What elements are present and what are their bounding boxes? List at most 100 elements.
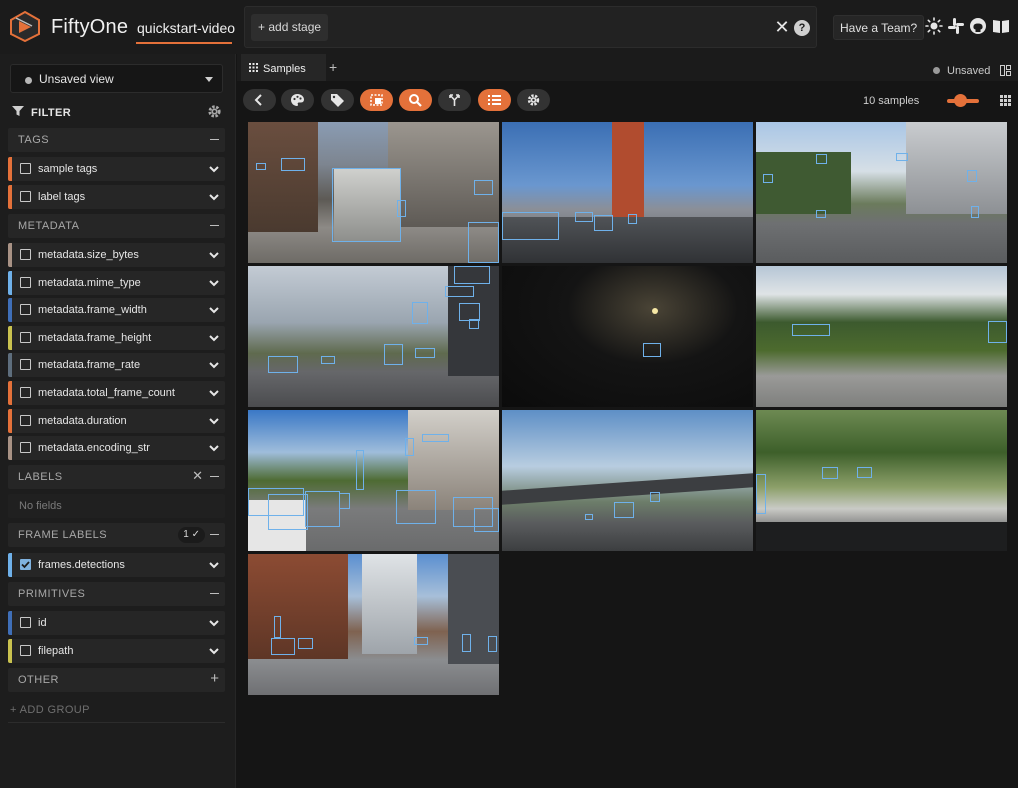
sample-thumbnail[interactable] xyxy=(502,410,753,551)
sample-thumbnail[interactable] xyxy=(756,410,1007,551)
similarity-search-button[interactable] xyxy=(399,89,432,111)
add-group-button[interactable]: + ADD GROUP xyxy=(10,704,90,716)
field-frame-width[interactable]: metadata.frame_width xyxy=(8,298,225,322)
field-checkbox[interactable] xyxy=(20,249,31,260)
field-encoding-str[interactable]: metadata.encoding_str xyxy=(8,436,225,460)
group-other[interactable]: OTHER + xyxy=(8,668,225,692)
add-panel-button[interactable]: + xyxy=(329,59,337,75)
tab-samples[interactable]: Samples xyxy=(241,54,326,81)
close-icon[interactable]: ✕ xyxy=(192,468,203,484)
have-a-team-button[interactable]: Have a Team? xyxy=(833,15,925,40)
help-icon[interactable]: ? xyxy=(794,20,810,36)
field-label-tags[interactable]: label tags xyxy=(8,185,225,209)
color-scheme-button[interactable] xyxy=(281,89,314,111)
sun-icon[interactable] xyxy=(925,17,943,35)
collapse-icon[interactable] xyxy=(210,534,219,535)
chevron-down-icon[interactable] xyxy=(209,164,219,174)
field-checkbox[interactable] xyxy=(20,163,31,174)
chevron-down-icon[interactable] xyxy=(209,443,219,453)
field-frames-detections[interactable]: frames.detections xyxy=(8,553,225,577)
group-frame-labels[interactable]: FRAME LABELS 1 ✓ xyxy=(8,523,225,547)
gear-icon[interactable] xyxy=(207,104,222,119)
sample-thumbnail[interactable] xyxy=(248,410,499,551)
field-checkbox[interactable] xyxy=(20,617,31,628)
slack-icon[interactable] xyxy=(947,17,965,35)
dataset-selector[interactable]: quickstart-video xyxy=(137,20,235,36)
field-checkbox[interactable] xyxy=(20,645,31,656)
field-checkbox[interactable] xyxy=(20,442,31,453)
field-mime-type[interactable]: metadata.mime_type xyxy=(8,271,225,295)
settings-button[interactable] xyxy=(517,89,550,111)
labels-empty-text: No fields xyxy=(19,500,62,512)
gear-icon xyxy=(527,94,540,106)
patches-button[interactable] xyxy=(438,89,471,111)
group-metadata[interactable]: METADATA xyxy=(8,214,225,238)
sort-display-button[interactable] xyxy=(478,89,511,111)
field-checkbox-checked[interactable] xyxy=(20,559,31,570)
fiftyone-logo-icon[interactable] xyxy=(8,10,42,42)
field-frame-rate[interactable]: metadata.frame_rate xyxy=(8,353,225,377)
sample-thumbnail[interactable] xyxy=(756,122,1007,263)
chevron-down-icon[interactable] xyxy=(209,618,219,628)
field-checkbox[interactable] xyxy=(20,277,31,288)
field-checkbox[interactable] xyxy=(20,332,31,343)
zoom-slider-thumb[interactable] xyxy=(954,94,967,107)
field-total-frame-count[interactable]: metadata.total_frame_count xyxy=(8,381,225,405)
sample-thumbnail[interactable] xyxy=(502,266,753,407)
field-id[interactable]: id xyxy=(8,611,225,635)
field-frame-height[interactable]: metadata.frame_height xyxy=(8,326,225,350)
book-icon[interactable] xyxy=(992,17,1010,35)
field-sample-tags[interactable]: sample tags xyxy=(8,157,225,181)
expand-icon[interactable]: + xyxy=(210,670,219,688)
split-panel-icon[interactable] xyxy=(1000,65,1011,76)
chevron-down-icon[interactable] xyxy=(209,278,219,288)
chevron-down-icon[interactable] xyxy=(209,416,219,426)
chevron-down-icon[interactable] xyxy=(209,305,219,315)
group-primitives[interactable]: PRIMITIVES xyxy=(8,582,225,606)
chevron-down-icon[interactable] xyxy=(209,560,219,570)
field-filepath[interactable]: filepath xyxy=(8,639,225,663)
group-other-title: OTHER xyxy=(18,674,59,686)
view-bar[interactable]: + add stage ✕ ? xyxy=(244,6,817,48)
collapse-icon[interactable] xyxy=(210,593,219,594)
sample-thumbnail[interactable] xyxy=(248,122,499,263)
field-checkbox[interactable] xyxy=(20,359,31,370)
brand-name[interactable]: FiftyOne xyxy=(51,16,128,39)
tag-button[interactable] xyxy=(321,89,354,111)
saved-view-select[interactable]: Unsaved view xyxy=(10,64,223,93)
field-checkbox[interactable] xyxy=(20,191,31,202)
select-visible-button[interactable] xyxy=(360,89,393,111)
add-stage-button[interactable]: + add stage xyxy=(251,14,329,41)
sample-thumbnail[interactable] xyxy=(248,266,499,407)
chevron-down-icon[interactable] xyxy=(209,192,219,202)
group-tags[interactable]: TAGS xyxy=(8,128,225,152)
detection-box xyxy=(650,492,660,502)
chevron-down-icon[interactable] xyxy=(209,250,219,260)
back-button[interactable] xyxy=(243,89,276,111)
detection-box xyxy=(305,491,340,527)
field-checkbox[interactable] xyxy=(20,415,31,426)
field-checkbox[interactable] xyxy=(20,387,31,398)
collapse-icon[interactable] xyxy=(210,139,219,140)
tab-samples-label: Samples xyxy=(263,63,306,75)
close-icon[interactable]: ✕ xyxy=(772,17,792,37)
selected-count-badge[interactable]: 1 ✓ xyxy=(178,527,205,543)
field-size-bytes[interactable]: metadata.size_bytes xyxy=(8,243,225,267)
chevron-down-icon[interactable] xyxy=(209,646,219,656)
detection-box xyxy=(469,319,479,329)
chevron-down-icon[interactable] xyxy=(209,333,219,343)
sample-thumbnail[interactable] xyxy=(248,554,499,695)
collapse-icon[interactable] xyxy=(210,476,219,477)
detection-box xyxy=(488,636,497,652)
chevron-down-icon[interactable] xyxy=(209,360,219,370)
github-icon[interactable] xyxy=(969,17,987,35)
sample-thumbnail[interactable] xyxy=(756,266,1007,407)
sample-thumbnail[interactable] xyxy=(502,122,753,263)
chevron-down-icon[interactable] xyxy=(209,388,219,398)
field-label: sample tags xyxy=(38,163,98,175)
grid-layout-icon[interactable] xyxy=(1000,95,1011,106)
collapse-icon[interactable] xyxy=(210,225,219,226)
group-labels[interactable]: LABELS ✕ xyxy=(8,465,225,489)
field-duration[interactable]: metadata.duration xyxy=(8,409,225,433)
field-checkbox[interactable] xyxy=(20,304,31,315)
